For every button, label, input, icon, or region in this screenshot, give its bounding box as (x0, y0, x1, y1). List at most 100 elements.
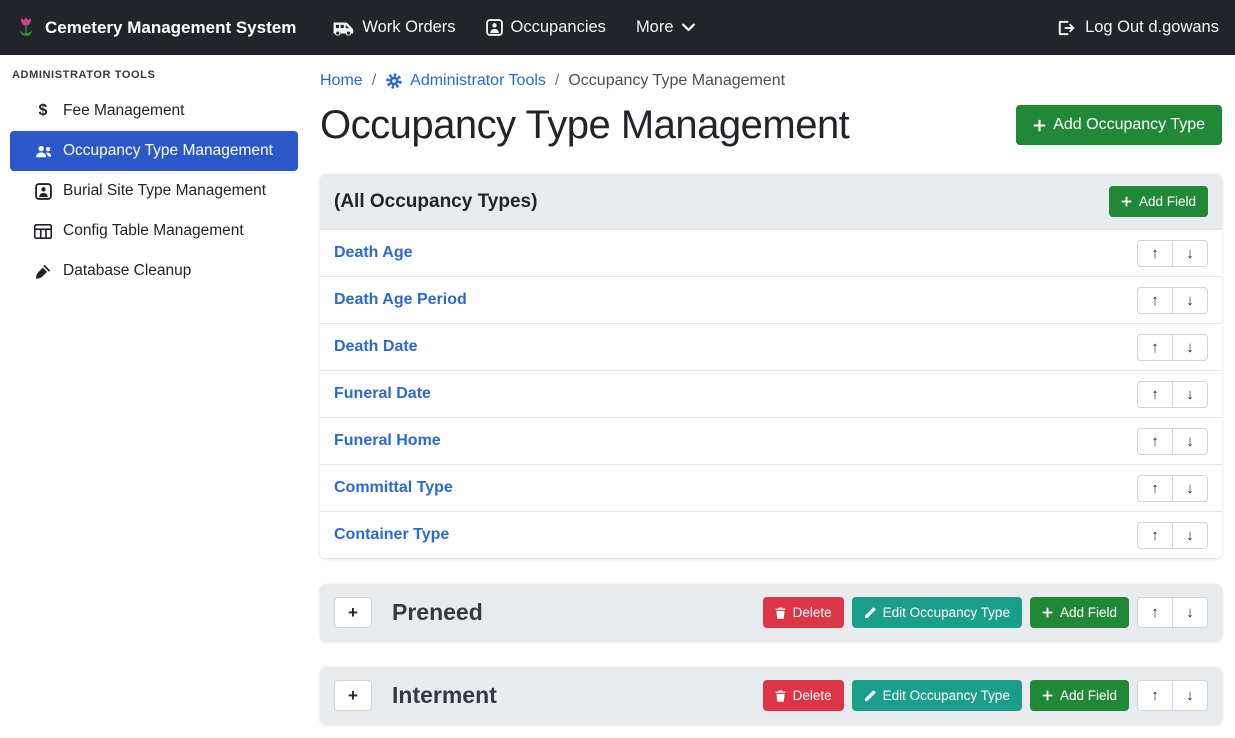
plus-icon (1121, 196, 1132, 207)
add-field-button-label: Add Field (1060, 605, 1117, 620)
delete-button-label: Delete (793, 688, 832, 703)
move-up-button[interactable]: ↑ (1137, 475, 1173, 502)
move-up-button[interactable]: ↑ (1137, 240, 1173, 267)
add-field-button[interactable]: Add Field (1030, 680, 1129, 711)
title-row: Occupancy Type Management Add Occupancy … (320, 100, 1222, 150)
app-title: Cemetery Management System (45, 18, 296, 38)
sidebar-heading: Administrator Tools (0, 61, 308, 91)
move-down-button[interactable]: ↓ (1172, 287, 1208, 314)
page-title: Occupancy Type Management (320, 100, 849, 150)
add-field-button[interactable]: Add Field (1109, 186, 1208, 217)
arrow-up-icon: ↑ (1151, 480, 1159, 497)
type-sections: + Preneed Delete Edit Occupancy Type (320, 584, 1222, 724)
field-name-link[interactable]: Committal Type (334, 479, 453, 497)
breadcrumb-admin-tools-label: Administrator Tools (410, 72, 546, 90)
delete-button[interactable]: Delete (763, 680, 844, 711)
reorder-buttons: ↑ ↓ (1137, 334, 1208, 361)
sidebar-item-label: Occupancy Type Management (63, 142, 273, 160)
edit-button-label: Edit Occupancy Type (883, 605, 1010, 620)
dollar-icon: $ (32, 102, 54, 120)
sidebar-item-config-table-management[interactable]: Config Table Management (10, 211, 298, 251)
edit-occupancy-type-button[interactable]: Edit Occupancy Type (852, 680, 1022, 711)
move-up-button[interactable]: ↑ (1137, 428, 1173, 455)
all-occupancy-types-card: (All Occupancy Types) Add Field Death Ag… (320, 174, 1222, 558)
field-row: Container Type ↑ ↓ (320, 511, 1222, 558)
add-field-label: Add Field (1139, 194, 1196, 209)
reorder-buttons: ↑ ↓ (1137, 597, 1208, 628)
field-row: Funeral Home ↑ ↓ (320, 417, 1222, 464)
move-up-button[interactable]: ↑ (1137, 522, 1173, 549)
plus-icon (1042, 607, 1053, 618)
expand-button[interactable]: + (334, 680, 372, 711)
delete-button[interactable]: Delete (763, 597, 844, 628)
field-row: Death Age ↑ ↓ (320, 229, 1222, 276)
field-name-link[interactable]: Death Age Period (334, 291, 467, 309)
sidebar: Administrator Tools $ Fee Management Occ… (0, 55, 308, 738)
arrow-up-icon: ↑ (1151, 339, 1159, 356)
move-down-button[interactable]: ↓ (1172, 428, 1208, 455)
logout-button[interactable]: Log Out d.gowans (1058, 18, 1219, 37)
breadcrumb-current: Occupancy Type Management (568, 72, 785, 90)
type-section-header: + Interment Delete Edit Occupancy Type (320, 667, 1222, 724)
primary-nav: Work Orders Occupancies More (296, 18, 694, 37)
field-name-link[interactable]: Funeral Date (334, 385, 431, 403)
nav-more-label: More (636, 18, 674, 37)
breadcrumb-admin-tools-link[interactable]: Administrator Tools (385, 72, 546, 90)
breadcrumb-separator: / (372, 72, 376, 90)
field-row: Committal Type ↑ ↓ (320, 464, 1222, 511)
field-name-link[interactable]: Container Type (334, 526, 449, 544)
move-down-button[interactable]: ↓ (1172, 475, 1208, 502)
expand-button[interactable]: + (334, 597, 372, 628)
person-frame-icon (32, 183, 54, 200)
nav-more[interactable]: More (636, 18, 695, 37)
arrow-down-icon: ↓ (1186, 527, 1194, 544)
arrow-down-icon: ↓ (1186, 245, 1194, 262)
add-occupancy-type-button[interactable]: Add Occupancy Type (1016, 105, 1222, 145)
arrow-up-icon: ↑ (1151, 687, 1159, 704)
move-up-button[interactable]: ↑ (1137, 334, 1173, 361)
field-name-link[interactable]: Death Age (334, 244, 413, 262)
sidebar-item-label: Burial Site Type Management (63, 182, 266, 200)
move-down-button[interactable]: ↓ (1172, 381, 1208, 408)
section-title: Interment (392, 682, 497, 709)
add-occupancy-type-label: Add Occupancy Type (1053, 116, 1205, 134)
move-up-button[interactable]: ↑ (1137, 597, 1173, 628)
arrow-up-icon: ↑ (1151, 433, 1159, 450)
add-field-button[interactable]: Add Field (1030, 597, 1129, 628)
move-down-button[interactable]: ↓ (1172, 522, 1208, 549)
trash-icon (775, 690, 786, 702)
breadcrumb-home-link[interactable]: Home (320, 72, 363, 90)
sidebar-item-occupancy-type-management[interactable]: Occupancy Type Management (10, 131, 298, 171)
app-brand[interactable]: Cemetery Management System (16, 16, 296, 40)
type-section: + Preneed Delete Edit Occupancy Type (320, 584, 1222, 641)
sidebar-item-label: Database Cleanup (63, 262, 191, 280)
sidebar-item-database-cleanup[interactable]: Database Cleanup (10, 251, 298, 291)
broom-icon (32, 263, 54, 280)
field-name-link[interactable]: Funeral Home (334, 432, 441, 450)
van-icon (332, 20, 354, 36)
field-row: Death Age Period ↑ ↓ (320, 276, 1222, 323)
move-up-button[interactable]: ↑ (1137, 381, 1173, 408)
main-content: Home / Administrator Tools / Occupancy T… (308, 55, 1235, 738)
all-types-field-list: Death Age ↑ ↓ Death Age Period ↑ ↓ Death… (320, 229, 1222, 558)
nav-work-orders[interactable]: Work Orders (332, 18, 455, 37)
sidebar-item-fee-management[interactable]: $ Fee Management (10, 91, 298, 131)
sidebar-item-burial-site-type-management[interactable]: Burial Site Type Management (10, 171, 298, 211)
field-name-link[interactable]: Death Date (334, 338, 418, 356)
move-up-button[interactable]: ↑ (1137, 287, 1173, 314)
move-down-button[interactable]: ↓ (1172, 597, 1208, 628)
arrow-down-icon: ↓ (1186, 339, 1194, 356)
plus-glyph: + (348, 686, 358, 706)
sidebar-item-label: Config Table Management (63, 222, 244, 240)
field-row: Death Date ↑ ↓ (320, 323, 1222, 370)
move-up-button[interactable]: ↑ (1137, 680, 1173, 711)
chevron-down-icon (682, 23, 695, 32)
move-down-button[interactable]: ↓ (1172, 240, 1208, 267)
reorder-buttons: ↑ ↓ (1137, 522, 1208, 549)
move-down-button[interactable]: ↓ (1172, 334, 1208, 361)
sidebar-item-label: Fee Management (63, 102, 185, 120)
nav-occupancies[interactable]: Occupancies (486, 18, 606, 37)
move-down-button[interactable]: ↓ (1172, 680, 1208, 711)
pencil-icon (864, 607, 876, 619)
edit-occupancy-type-button[interactable]: Edit Occupancy Type (852, 597, 1022, 628)
